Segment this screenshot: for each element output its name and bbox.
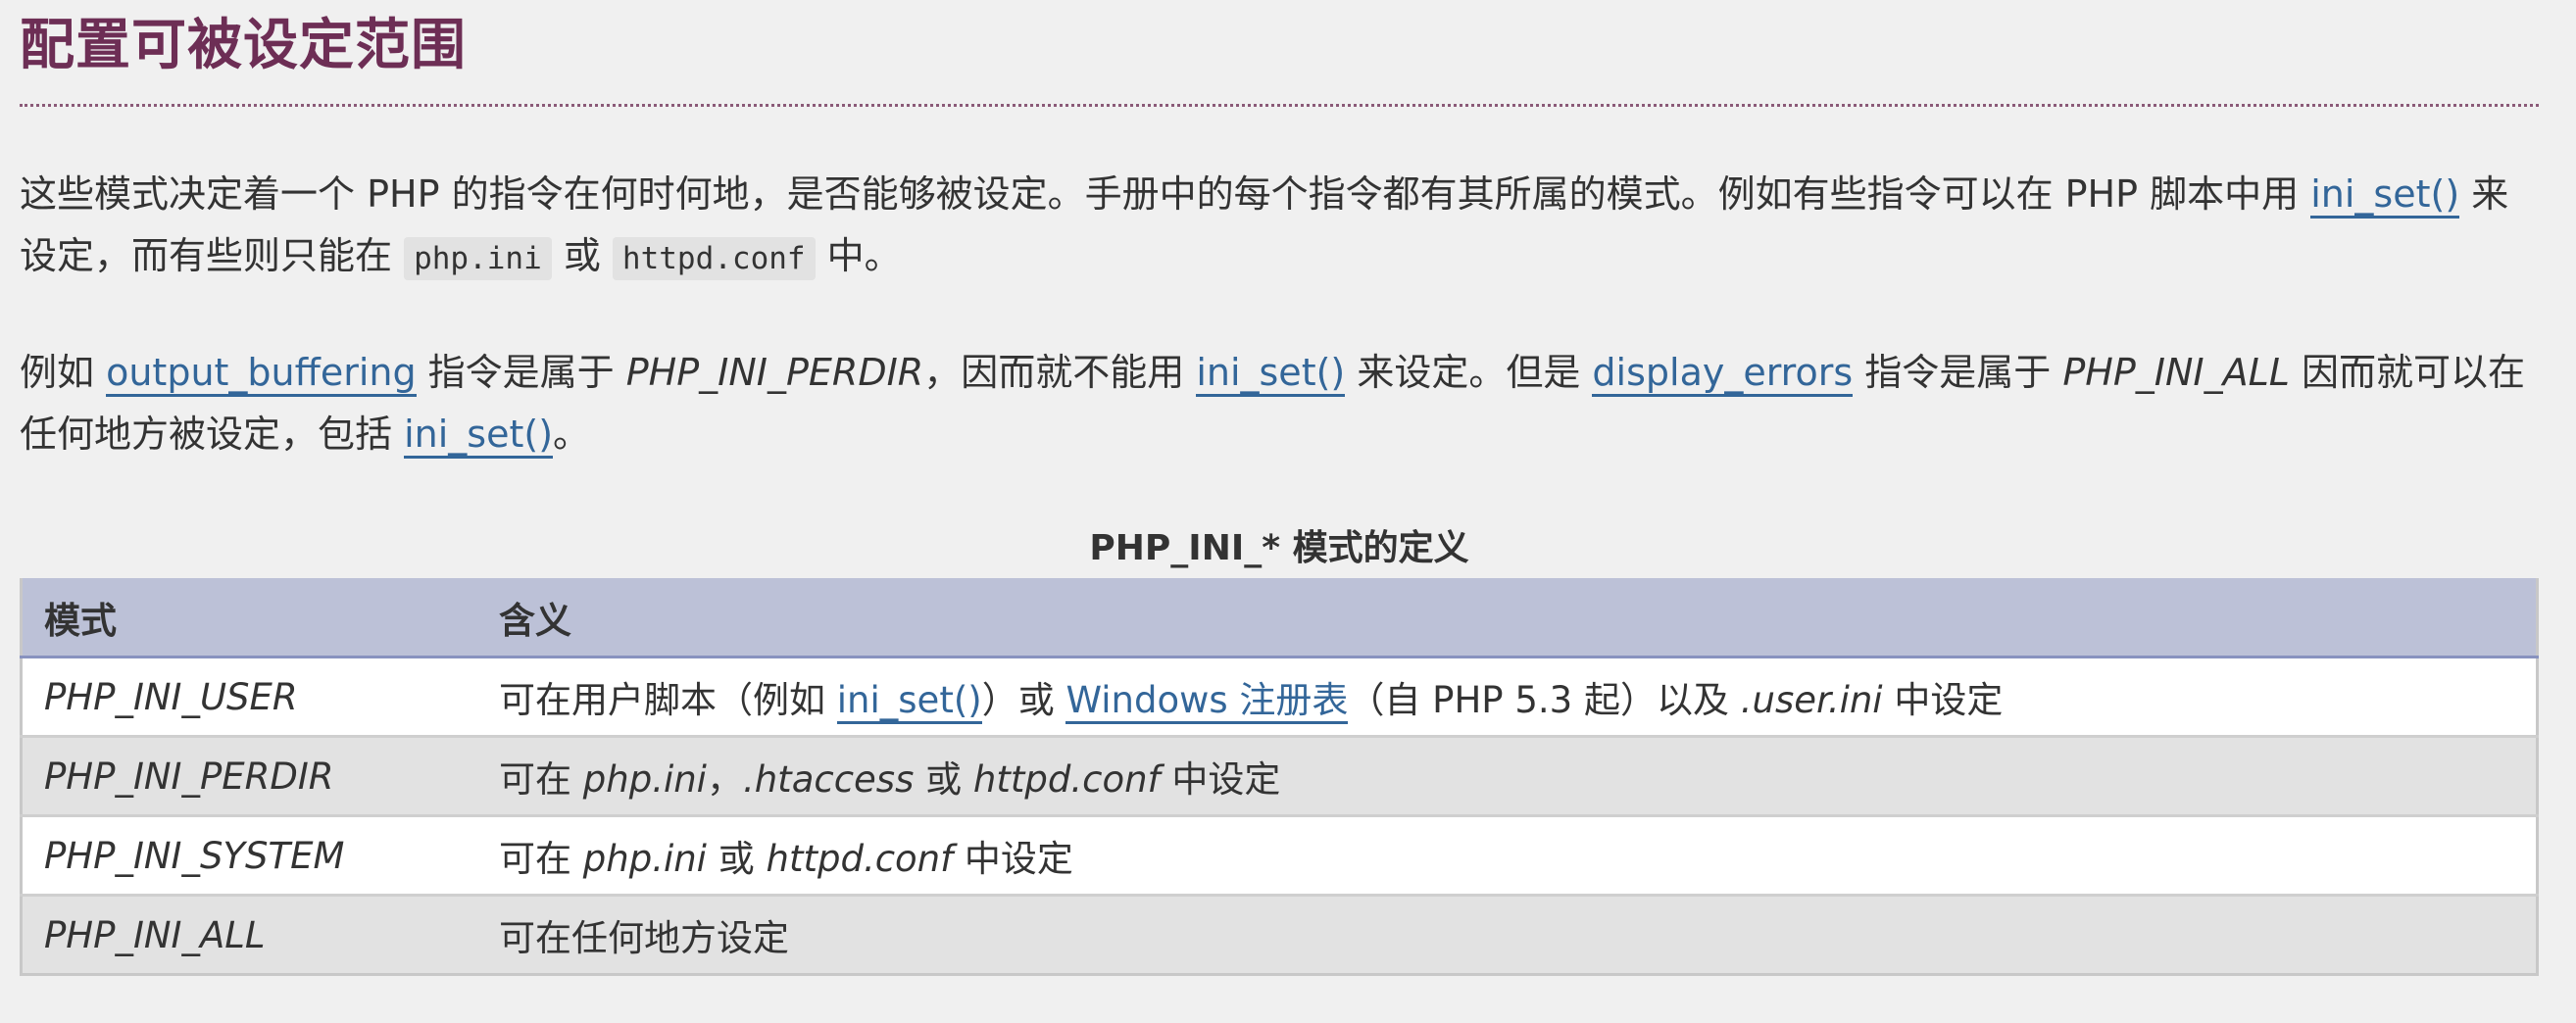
code-httpd-conf: httpd.conf (612, 237, 816, 280)
text: ，因而就不能用 (923, 351, 1197, 394)
table-row: PHP_INI_USER 可在用户脚本（例如 ini_set()）或 Windo… (21, 656, 2538, 737)
meaning-cell: 可在 php.ini，.htaccess 或 httpd.conf 中设定 (477, 735, 2538, 816)
text: 来设定。但是 (1345, 351, 1593, 394)
mode-name: PHP_INI_ALL (44, 913, 266, 956)
emphasis: .user.ini (1740, 679, 1883, 721)
text: 指令是属于 (1853, 351, 2063, 394)
mode-cell: PHP_INI_SYSTEM (21, 814, 477, 896)
emphasis: PHP_INI_PERDIR (625, 351, 924, 394)
output-buffering-link[interactable]: output_buffering (106, 351, 417, 397)
emphasis: php.ini (582, 838, 707, 880)
emphasis: httpd.conf (766, 838, 954, 880)
emphasis: php.ini (582, 758, 707, 801)
ini-set-link[interactable]: ini_set() (1196, 351, 1346, 397)
table-header-row: 模式 含义 (21, 578, 2538, 658)
ini-set-link[interactable]: ini_set() (836, 679, 982, 724)
text: 。 (553, 413, 591, 456)
table-row: PHP_INI_SYSTEM 可在 php.ini 或 httpd.conf 中… (21, 814, 2538, 896)
display-errors-link[interactable]: display_errors (1592, 351, 1854, 397)
mode-cell: PHP_INI_PERDIR (21, 735, 477, 816)
ini-set-link[interactable]: ini_set() (2310, 172, 2460, 219)
table-row: PHP_INI_PERDIR 可在 php.ini，.htaccess 或 ht… (21, 735, 2538, 816)
table-row: PHP_INI_ALL 可在任何地方设定 (21, 894, 2538, 975)
emphasis: httpd.conf (972, 758, 1161, 801)
text: 中设定 (953, 838, 1073, 880)
meaning-cell: 可在 php.ini 或 httpd.conf 中设定 (477, 814, 2538, 896)
mode-cell: PHP_INI_USER (21, 656, 477, 737)
header-mode: 模式 (21, 578, 477, 658)
code-php-ini: php.ini (404, 237, 552, 280)
text: ， (706, 758, 743, 801)
mode-name: PHP_INI_SYSTEM (44, 834, 345, 877)
mode-name: PHP_INI_USER (44, 675, 298, 718)
mode-name: PHP_INI_PERDIR (44, 755, 334, 798)
text: ）或 (981, 679, 1066, 721)
ini-set-link[interactable]: ini_set() (404, 413, 554, 459)
text: （自 PHP 5.3 起）以及 (1348, 679, 1741, 721)
table-caption: PHP_INI_* 模式的定义 (1089, 528, 1469, 568)
text: 可在用户脚本（例如 (499, 679, 837, 721)
intro-paragraph: 这些模式决定着一个 PHP 的指令在何时何地，是否能够被设定。手册中的每个指令都… (20, 164, 2539, 290)
header-meaning: 含义 (477, 578, 2538, 658)
text: 可在 (499, 838, 583, 880)
text: 可在任何地方设定 (499, 917, 789, 959)
text: 中设定 (1160, 758, 1281, 801)
mode-cell: PHP_INI_ALL (21, 894, 477, 975)
text: 指令是属于 (416, 351, 626, 394)
page-title: 配置可被设定范围 (20, 14, 467, 77)
title-divider (20, 104, 2539, 107)
text: 可在 (499, 758, 583, 801)
windows-registry-link[interactable]: Windows 注册表 (1065, 679, 1349, 724)
meaning-cell: 可在任何地方设定 (477, 894, 2538, 975)
text: 这些模式决定着一个 PHP 的指令在何时何地，是否能够被设定。手册中的每个指令都… (20, 172, 2311, 216)
text: 中。 (815, 234, 902, 277)
meaning-cell: 可在用户脚本（例如 ini_set()）或 Windows 注册表（自 PHP … (477, 656, 2538, 737)
text: 或 (914, 758, 973, 801)
text: 或 (706, 838, 767, 880)
example-paragraph: 例如 output_buffering 指令是属于 PHP_INI_PERDIR… (20, 342, 2539, 465)
text: 或 (551, 234, 613, 277)
text: 例如 (20, 351, 107, 394)
emphasis: PHP_INI_ALL (2062, 351, 2290, 394)
emphasis: .htaccess (742, 758, 915, 801)
text: 中设定 (1882, 679, 2004, 721)
modes-table: 模式 含义 PHP_INI_USER 可在用户脚本（例如 ini_set()）或… (20, 578, 2539, 976)
